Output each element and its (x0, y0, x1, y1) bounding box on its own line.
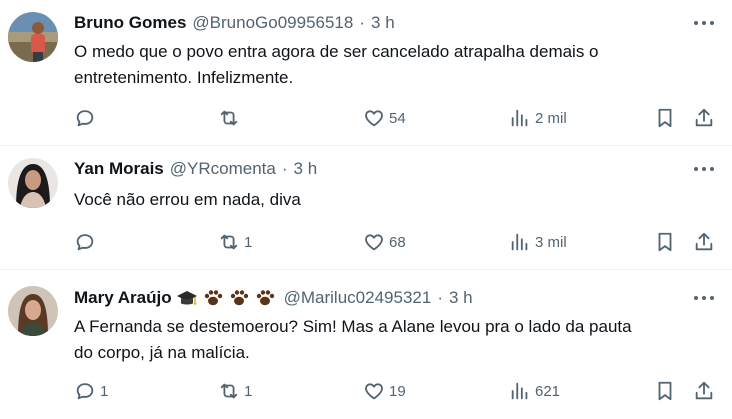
bookmark-button[interactable] (654, 106, 676, 130)
paw-emoji (202, 288, 224, 308)
separator-dot: · (437, 288, 443, 307)
like-icon (365, 110, 383, 127)
timestamp[interactable]: 3 h (449, 287, 473, 309)
retweet-button[interactable]: 1 (218, 230, 252, 254)
tweet-header: Yan Morais @YRcomenta · 3 h (74, 158, 317, 180)
like-button[interactable]: 54 (363, 106, 406, 130)
reply-button[interactable]: 1 (74, 379, 108, 403)
retweet-icon (220, 110, 238, 126)
tweet-text-line: A Fernanda se destemoerou? Sim! Mas a Al… (74, 317, 632, 336)
like-count: 19 (389, 382, 406, 400)
more-icon[interactable] (694, 162, 714, 176)
reply-icon (76, 234, 94, 251)
retweet-button[interactable] (218, 106, 244, 130)
bookmark-button[interactable] (654, 230, 676, 254)
timestamp[interactable]: 3 h (294, 158, 318, 180)
author-name[interactable]: Yan Morais (74, 158, 164, 180)
views-button[interactable]: 621 (509, 379, 560, 403)
timestamp[interactable]: 3 h (371, 12, 395, 34)
separator-dot: · (281, 159, 288, 178)
share-button[interactable] (693, 106, 715, 130)
author-name[interactable]: Bruno Gomes (74, 12, 186, 34)
tweet-text-line: O medo que o povo entra agora de ser can… (74, 42, 599, 61)
retweet-count: 1 (244, 233, 253, 251)
avatar[interactable] (8, 12, 58, 62)
author-handle[interactable]: @BrunoGo09956518 (192, 12, 353, 34)
author-handle[interactable]: @YRcomenta (170, 158, 276, 180)
tweet-card[interactable]: Bruno Gomes @BrunoGo09956518 · 3 h O med… (0, 0, 732, 146)
like-count: 54 (389, 109, 406, 127)
paw-emoji (228, 288, 250, 308)
tweet-text-line: Você não errou em nada, diva (74, 190, 301, 209)
reply-button[interactable] (74, 230, 100, 254)
share-icon (695, 108, 713, 127)
reply-button[interactable] (74, 106, 100, 130)
tweet-text: O medo que o povo entra agora de ser can… (74, 39, 714, 91)
tweet-text: Você não errou em nada, diva (74, 187, 714, 213)
retweet-icon (220, 234, 238, 250)
avatar[interactable] (8, 158, 58, 208)
tweet-text-line: do corpo, já na malícia. (74, 343, 250, 362)
views-button[interactable]: 2 mil (509, 106, 567, 130)
graduation-cap-emoji (176, 288, 198, 308)
share-button[interactable] (693, 379, 715, 403)
views-icon (511, 382, 528, 400)
author-name[interactable]: Mary Araújo (74, 287, 172, 309)
like-button[interactable]: 19 (363, 379, 406, 403)
retweet-button[interactable]: 1 (218, 379, 252, 403)
view-count: 2 mil (535, 109, 567, 127)
view-count: 621 (535, 382, 561, 400)
tweet-header: Mary Araújo @Mariluc02495321 · 3 h (74, 287, 473, 309)
tweet-text: A Fernanda se destemoerou? Sim! Mas a Al… (74, 314, 714, 366)
paw-emoji (254, 288, 276, 308)
reply-count: 1 (100, 382, 109, 400)
like-icon (365, 234, 383, 251)
tweet-card[interactable]: Mary Araújo @Mariluc02495321 · 3 h A Fer… (0, 270, 732, 419)
views-button[interactable]: 3 mil (509, 230, 567, 254)
share-icon (695, 381, 713, 400)
bookmark-icon (658, 232, 672, 252)
views-icon (511, 109, 528, 127)
share-icon (695, 232, 713, 251)
bookmark-button[interactable] (654, 379, 676, 403)
author-handle[interactable]: @Mariluc02495321 (284, 287, 432, 309)
tweet-header: Bruno Gomes @BrunoGo09956518 · 3 h (74, 12, 395, 34)
separator-dot: · (359, 13, 366, 32)
reply-icon (76, 110, 94, 127)
like-icon (365, 383, 383, 400)
action-bar: 1 68 3 mil (0, 230, 732, 254)
action-bar: 54 2 mil (0, 106, 732, 130)
more-icon[interactable] (694, 291, 714, 305)
like-count: 68 (389, 233, 406, 251)
retweet-icon (220, 383, 238, 399)
action-bar: 1 1 19 621 (0, 379, 732, 403)
avatar[interactable] (8, 286, 58, 336)
like-button[interactable]: 68 (363, 230, 406, 254)
tweet-text-line: entretenimento. Infelizmente. (74, 68, 294, 87)
reply-icon (76, 383, 94, 400)
views-icon (511, 233, 528, 251)
view-count: 3 mil (535, 233, 567, 251)
retweet-count: 1 (244, 382, 253, 400)
share-button[interactable] (693, 230, 715, 254)
bookmark-icon (658, 108, 672, 128)
tweet-card[interactable]: Yan Morais @YRcomenta · 3 h Você não err… (0, 146, 732, 270)
bookmark-icon (658, 381, 672, 401)
more-icon[interactable] (694, 16, 714, 30)
